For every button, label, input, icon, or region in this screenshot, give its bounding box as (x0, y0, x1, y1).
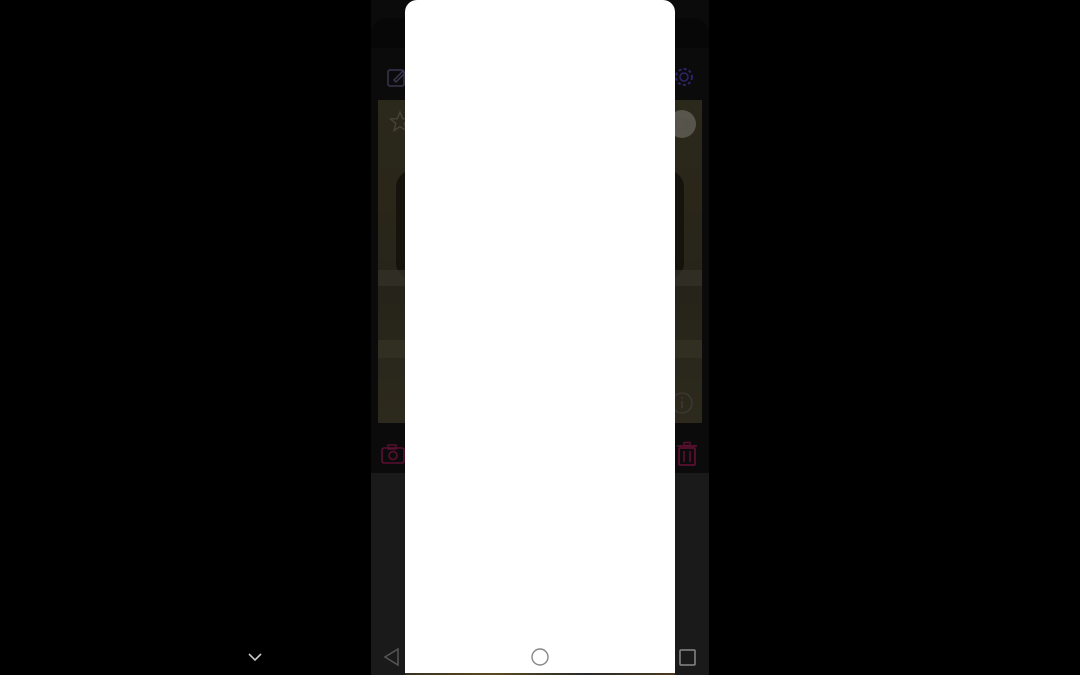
trash-icon[interactable] (674, 441, 700, 467)
square-recents-icon[interactable] (678, 648, 698, 668)
gear-icon[interactable] (673, 66, 695, 88)
chevron-down-icon[interactable] (246, 648, 264, 666)
camera-icon[interactable] (380, 441, 406, 467)
triangle-back-icon[interactable] (382, 647, 402, 667)
circle-home-icon[interactable] (530, 647, 550, 667)
blank-overlay-sheet[interactable] (405, 0, 675, 673)
